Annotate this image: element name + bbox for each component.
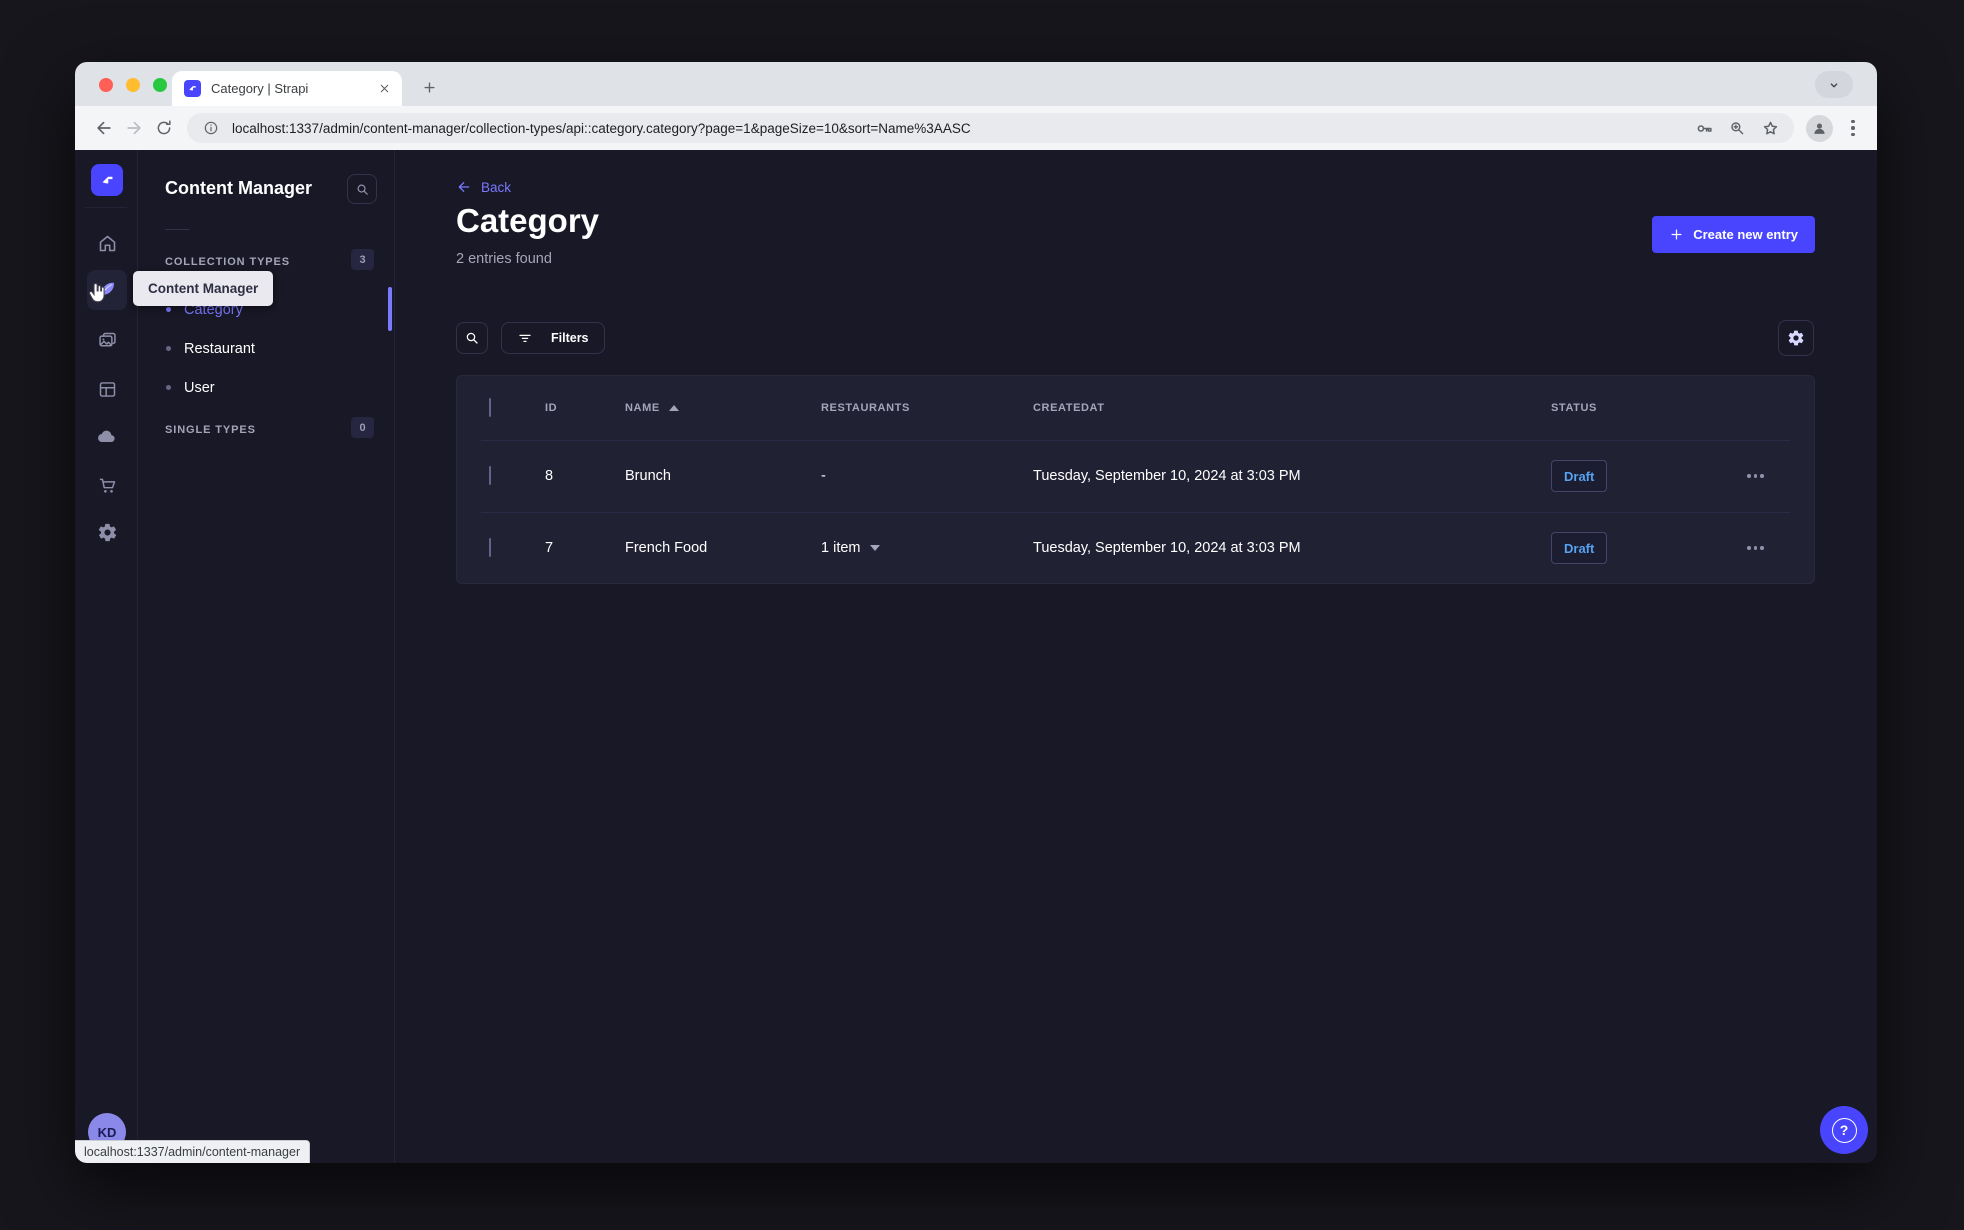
table-search-button[interactable] [456, 322, 488, 354]
reload-icon[interactable] [149, 113, 179, 143]
cell-restaurants: - [821, 468, 826, 484]
column-header-createdat[interactable]: CREATEDAT [1033, 402, 1551, 414]
close-window-button[interactable] [99, 78, 113, 92]
cell-id: 7 [545, 540, 554, 556]
browser-window: Category | Strapi localhost:1337/admin/c… [75, 62, 1877, 1163]
view-settings-button[interactable] [1778, 320, 1814, 356]
minimize-window-button[interactable] [126, 78, 140, 92]
select-all-checkbox[interactable] [489, 398, 491, 417]
link-status-bar: localhost:1337/admin/content-manager [75, 1140, 311, 1163]
filters-button[interactable]: Filters [501, 322, 605, 354]
page-title: Category [456, 202, 600, 239]
row-actions-button[interactable] [1747, 546, 1764, 550]
browser-profile-icon[interactable] [1806, 114, 1833, 142]
cell-id: 8 [545, 468, 554, 484]
site-info-icon[interactable] [199, 116, 223, 140]
sidebar-title: Content Manager [165, 178, 313, 198]
active-item-indicator [388, 287, 392, 331]
column-header-name[interactable]: NAME [625, 402, 821, 414]
nav-cloud-button[interactable] [87, 417, 127, 457]
create-new-entry-button[interactable]: Create new entry [1652, 216, 1815, 253]
nav-marketplace-button[interactable] [87, 465, 127, 505]
cell-restaurants[interactable]: 1 item [821, 540, 1033, 556]
row-checkbox[interactable] [489, 466, 491, 485]
strapi-logo-icon[interactable] [91, 164, 123, 196]
cell-name: Brunch [625, 468, 671, 484]
back-icon[interactable] [89, 113, 119, 143]
rail-divider [85, 207, 127, 208]
single-types-count-badge: 0 [351, 417, 374, 438]
single-types-label: SINGLE TYPES [165, 424, 256, 436]
main-content: Back Category 2 entries found Create new… [395, 150, 1877, 1163]
help-button[interactable]: ? [1820, 1106, 1868, 1154]
nav-home-button[interactable] [87, 223, 127, 263]
status-badge: Draft [1551, 532, 1608, 564]
browser-tab[interactable]: Category | Strapi [172, 71, 402, 106]
back-label: Back [481, 179, 512, 195]
nav-settings-button[interactable] [87, 512, 127, 552]
sidebar-divider [165, 229, 189, 230]
tab-close-icon[interactable] [379, 83, 390, 94]
bullet-icon [166, 307, 171, 312]
browser-toolbar: localhost:1337/admin/content-manager/col… [75, 106, 1877, 150]
column-header-id[interactable]: ID [545, 402, 625, 414]
url-bar[interactable]: localhost:1337/admin/content-manager/col… [187, 113, 1794, 143]
column-header-status[interactable]: STATUS [1551, 402, 1747, 414]
new-tab-button[interactable] [415, 73, 443, 101]
collection-types-count-badge: 3 [351, 249, 374, 270]
strapi-admin-app: KD Content Manager COLLECTION TYPES 3 Ca… [75, 150, 1877, 1163]
maximize-window-button[interactable] [153, 78, 167, 92]
table-header-row: ID NAME RESTAURANTS CREATEDAT STATUS [457, 376, 1814, 440]
bookmark-star-icon[interactable] [1758, 116, 1782, 140]
nav-media-library-button[interactable] [87, 320, 127, 360]
sidebar-item-user[interactable]: User [138, 368, 394, 407]
url-text[interactable]: localhost:1337/admin/content-manager/col… [232, 121, 1683, 136]
sidebar-item-restaurant[interactable]: Restaurant [138, 329, 394, 368]
tab-search-chevron-icon[interactable] [1815, 71, 1853, 98]
password-key-icon[interactable] [1692, 116, 1716, 140]
row-checkbox[interactable] [489, 538, 491, 557]
strapi-favicon-icon [184, 80, 201, 97]
back-link[interactable]: Back [456, 179, 511, 195]
zoom-magnifier-icon[interactable] [1725, 116, 1749, 140]
forward-icon[interactable] [119, 113, 149, 143]
window-controls [99, 78, 167, 92]
question-mark-icon: ? [1831, 1117, 1857, 1143]
row-actions-button[interactable] [1747, 474, 1764, 478]
cell-createdat: Tuesday, September 10, 2024 at 3:03 PM [1033, 468, 1301, 484]
nav-content-type-builder-button[interactable] [87, 369, 127, 409]
table-row[interactable]: 7 French Food 1 item Tuesday, September … [457, 512, 1814, 584]
sidebar-search-button[interactable] [347, 174, 377, 204]
entries-count: 2 entries found [456, 251, 552, 267]
cell-name: French Food [625, 540, 708, 556]
chevron-down-icon [869, 545, 880, 551]
content-manager-tooltip: Content Manager [133, 271, 274, 306]
entries-table: ID NAME RESTAURANTS CREATEDAT STATUS 8 B… [456, 375, 1815, 584]
sort-ascending-icon [668, 405, 679, 411]
collection-types-label: COLLECTION TYPES [165, 256, 291, 268]
mouse-hand-cursor [86, 281, 110, 307]
bullet-icon [166, 346, 171, 351]
bullet-icon [166, 385, 171, 390]
cell-createdat: Tuesday, September 10, 2024 at 3:03 PM [1033, 540, 1301, 556]
create-new-entry-label: Create new entry [1693, 227, 1798, 242]
browser-menu-icon[interactable] [1843, 119, 1863, 137]
browser-tab-strip: Category | Strapi [75, 62, 1877, 106]
tab-title: Category | Strapi [211, 81, 309, 96]
filters-label: Filters [551, 331, 589, 345]
column-header-restaurants[interactable]: RESTAURANTS [821, 402, 1033, 414]
status-badge: Draft [1551, 460, 1608, 492]
table-row[interactable]: 8 Brunch - Tuesday, September 10, 2024 a… [457, 440, 1814, 512]
